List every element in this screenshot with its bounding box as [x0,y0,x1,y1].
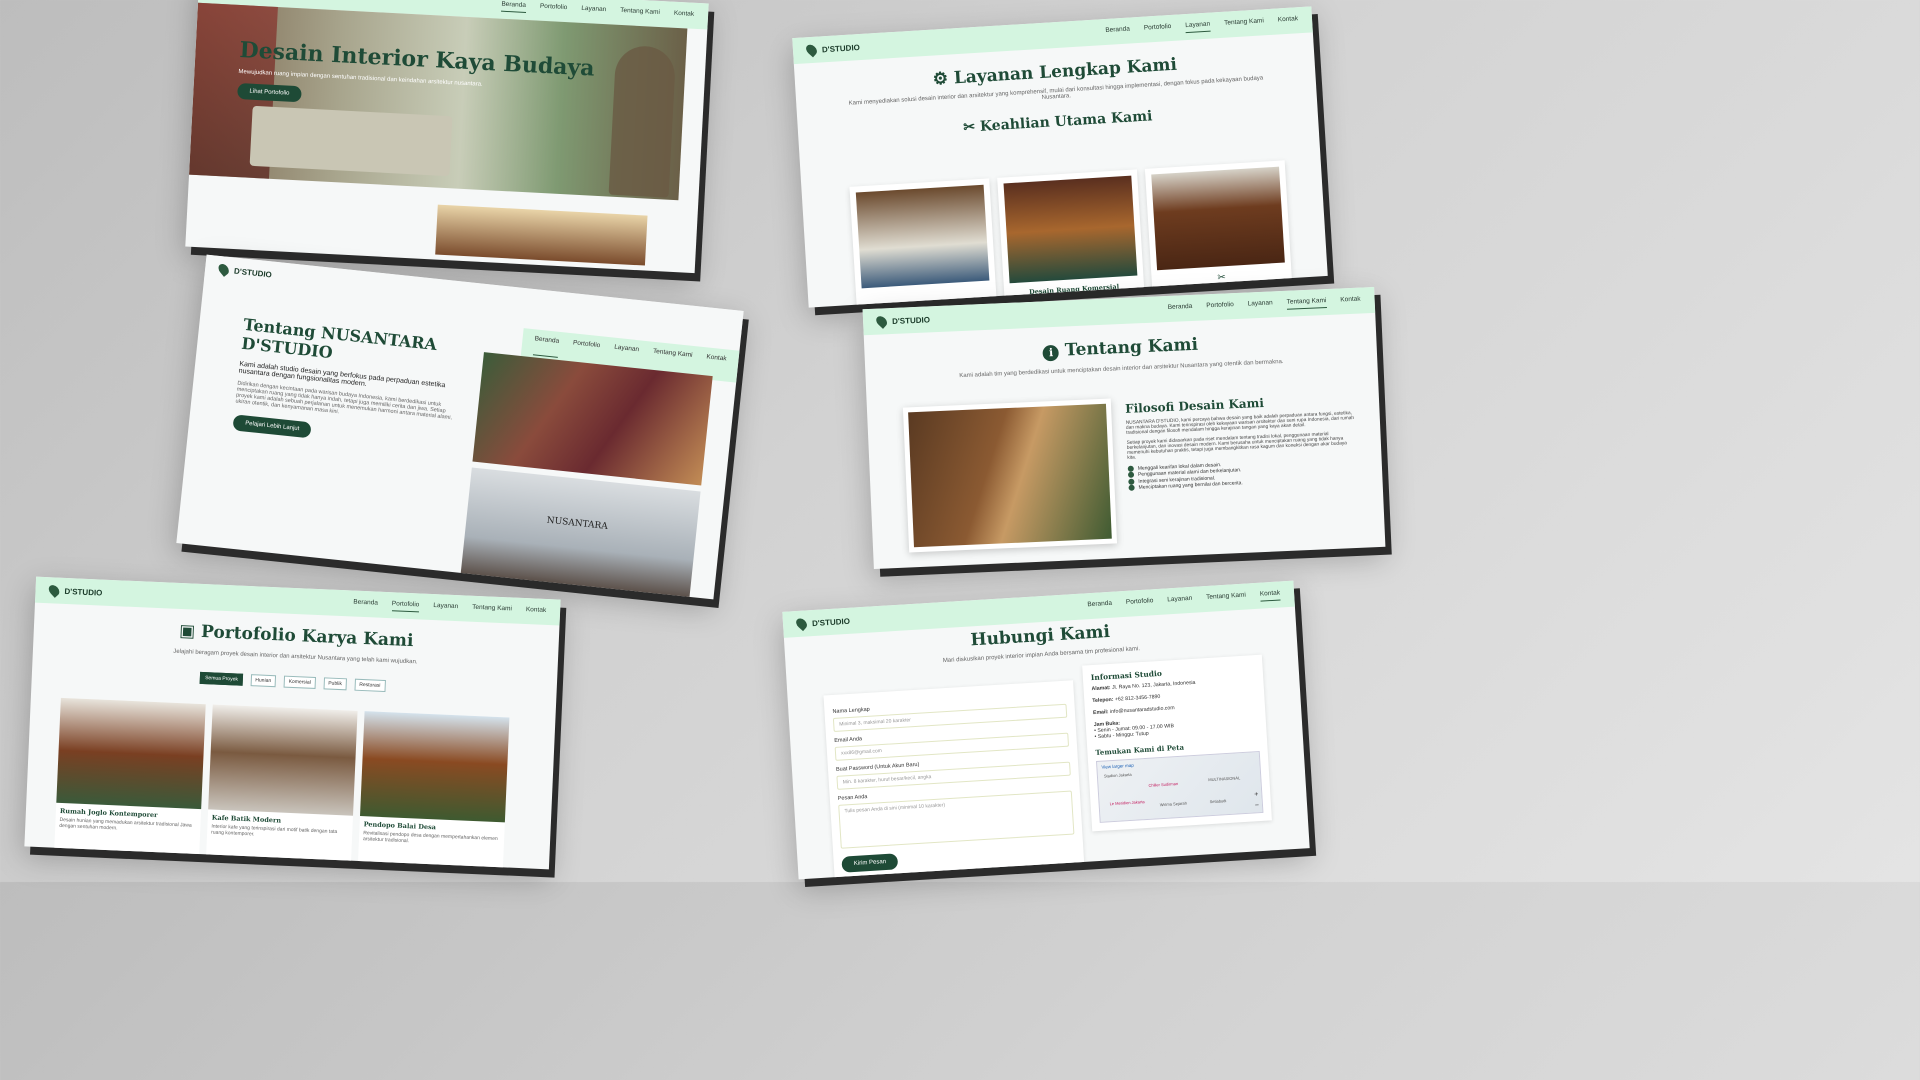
service-card[interactable] [849,178,998,308]
nav-beranda[interactable]: Beranda [1087,599,1112,611]
about-title: Tentang Kami [1064,334,1199,361]
philosophy-photo [902,398,1118,553]
zoom-in-icon[interactable]: + [1254,791,1259,798]
expertise-title: Keahlian Utama Kami [979,108,1153,135]
nav-portofolio[interactable]: Portofolio [1126,597,1154,610]
leaf-logo-icon [874,314,890,329]
contact-card: D'STUDIO Beranda Portofolio Layanan Tent… [782,580,1310,880]
portfolio-item[interactable]: Kafe Batik Modern Interior kafe yang ter… [205,704,358,870]
nav-kontak[interactable]: Kontak [1340,295,1361,307]
filter-komersial[interactable]: Komersial [283,675,317,689]
image-icon: ▣ [178,620,196,642]
nav-kontak[interactable]: Kontak [1278,15,1299,27]
filter-publik[interactable]: Publik [323,677,348,691]
gear-icon: ⚙ [932,68,949,90]
nav-portofolio[interactable]: Portofolio [1206,301,1234,313]
service-card[interactable]: ✂ [1144,160,1293,299]
nav-layanan[interactable]: Layanan [1167,594,1193,607]
logo[interactable]: D'STUDIO [874,313,930,329]
nav-kontak[interactable]: Kontak [705,353,727,375]
nav-beranda[interactable]: Beranda [353,598,378,610]
nav-portofolio[interactable]: Portofolio [391,599,420,612]
nav-portofolio[interactable]: Portofolio [540,2,568,14]
nav-layanan[interactable]: Layanan [433,602,458,614]
nav-tentang[interactable]: Tentang Kami [1286,296,1327,310]
hero-card: D'STUDIO Beranda Portofolio Layanan Tent… [185,0,709,274]
interior-photo [472,352,713,486]
check-circle-icon [1128,484,1135,491]
check-circle-icon [1127,465,1134,472]
nav-portofolio[interactable]: Portofolio [1144,22,1172,35]
leaf-logo-icon [804,42,819,58]
address: Jl. Raya No. 123, Jakarta, Indonesia [1111,679,1196,691]
nav-portofolio[interactable]: Portofolio [571,339,601,362]
map[interactable]: View larger map Stadion Jakarta Chiller … [1095,750,1264,823]
logo[interactable]: D'STUDIO [804,41,861,58]
nav-kontak[interactable]: Kontak [1259,588,1281,602]
nav-layanan[interactable]: Layanan [1185,20,1211,33]
services-card: D'STUDIO Beranda Portofolio Layanan Tent… [792,6,1328,308]
phone: +62 812-3456-7890 [1114,693,1161,703]
filter-restorasi[interactable]: Restorasi [354,678,386,693]
nav-kontak[interactable]: Kontak [674,9,695,21]
hero-portfolio-button[interactable]: Lihat Portofolio [237,82,302,103]
nav-tentang[interactable]: Tentang Kami [472,603,512,616]
nav-beranda[interactable]: Beranda [1105,25,1130,37]
nav-layanan[interactable]: Layanan [581,4,606,16]
check-circle-icon [1128,478,1135,485]
portfolio-card: D'STUDIO Beranda Portofolio Layanan Tent… [24,576,561,870]
nav-tentang[interactable]: Tentang Kami [620,6,660,19]
tools-icon: ✂ [962,119,976,136]
logo[interactable]: D'STUDIO [46,583,103,598]
team-photo: NUSANTARA [459,467,701,600]
zoom-out-icon[interactable]: − [1255,802,1260,809]
nusantara-sign: NUSANTARA [546,515,609,532]
nav-layanan[interactable]: Layanan [613,344,640,366]
nav-tentang[interactable]: Tentang Kami [1206,591,1246,604]
learn-more-button[interactable]: Pelajari Lebih Lanjut [232,414,313,439]
nav-beranda[interactable]: Beranda [501,0,527,13]
leaf-logo-icon [794,616,810,632]
studio-info: Informasi Studio Alamat: Jl. Raya No. 12… [1082,654,1272,832]
leaf-logo-icon [216,261,231,277]
check-circle-icon [1127,471,1135,479]
nav-tentang[interactable]: Tentang Kami [651,348,693,372]
nav-kontak[interactable]: Kontak [526,606,547,618]
preview-image [435,204,648,266]
logo[interactable]: D'STUDIO [794,615,851,632]
email[interactable]: info@nusantaradstudio.com [1110,705,1175,715]
map-link[interactable]: View larger map [1101,763,1134,770]
leaf-logo-icon [46,583,62,598]
nav-beranda[interactable]: Beranda [532,335,560,358]
about-card: D'STUDIO Beranda Portofolio Layanan Tent… [862,286,1386,570]
service-card-label: Desain Ruang Komersial [1028,282,1120,297]
tools-icon: ✂ [1217,272,1227,284]
nav-tentang[interactable]: Tentang Kami [1224,17,1264,30]
contact-form: Nama Lengkap Minimal 3, maksimal 20 kara… [823,680,1085,880]
nav-layanan[interactable]: Layanan [1248,299,1273,311]
about-intro-card: D'STUDIO Beranda Portofolio Layanan Tent… [176,254,744,600]
portfolio-item[interactable]: Rumah Joglo Kontemporer Desain hunian ya… [53,697,206,865]
submit-button[interactable]: Kirim Pesan [841,853,899,873]
logo[interactable]: D'STUDIO [216,261,273,280]
portfolio-title: Portofolio Karya Kami [200,621,414,652]
info-icon: i [1042,344,1060,362]
portfolio-item[interactable]: Pendopo Balai Desa Revitalisasi pendopo … [357,711,510,870]
service-card[interactable]: Desain Ruang Komersial [997,169,1145,308]
filter-all[interactable]: Semua Proyek [199,671,244,686]
nav-beranda[interactable]: Beranda [1168,302,1193,314]
filter-hunian[interactable]: Hunian [250,674,277,688]
